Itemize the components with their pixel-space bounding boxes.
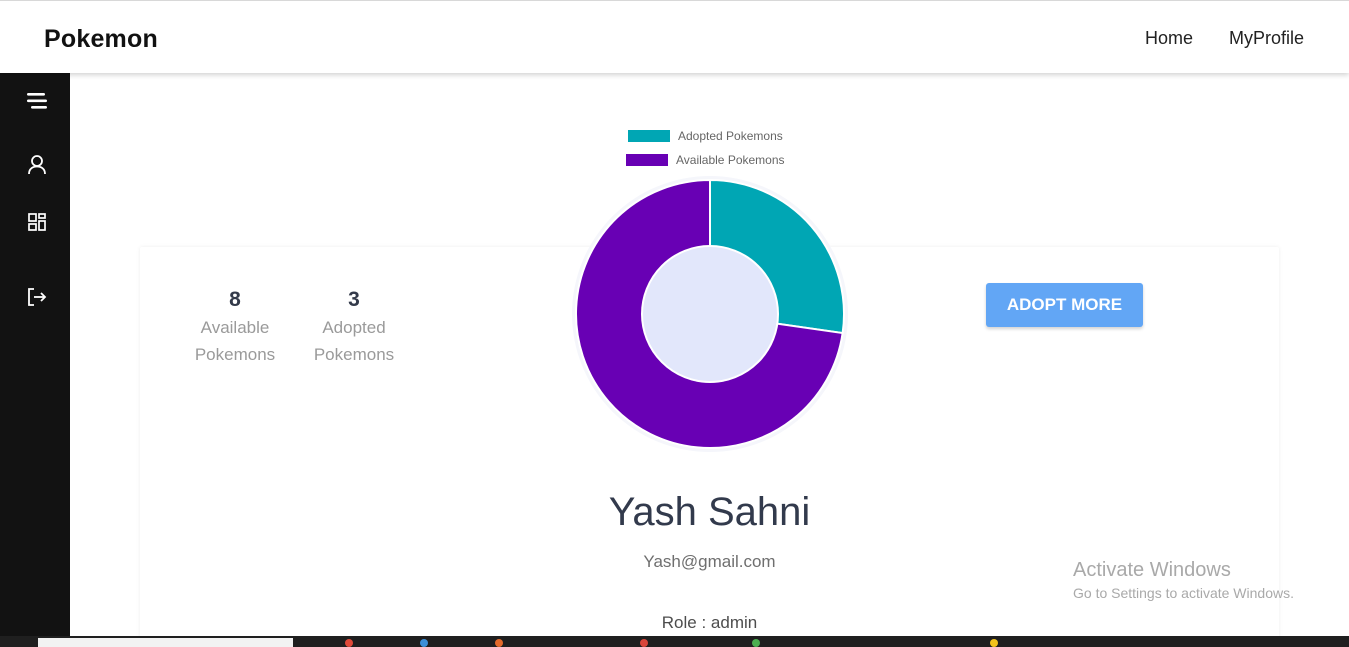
stat-available-label: Available Pokemons: [180, 314, 290, 368]
nav-myprofile-link[interactable]: MyProfile: [1229, 28, 1304, 49]
menu-icon[interactable]: [24, 88, 50, 114]
stat-available-label-line2: Pokemons: [194, 345, 276, 364]
user-name: Yash Sahni: [608, 490, 811, 534]
taskbar-app-icon[interactable]: [752, 639, 760, 647]
sidebar: [0, 72, 70, 647]
taskbar-app-icon[interactable]: [345, 639, 353, 647]
user-icon[interactable]: [24, 152, 50, 178]
top-navbar: Pokemon Home MyProfile: [0, 0, 1349, 73]
legend-swatch-1[interactable]: [626, 154, 668, 166]
logout-icon[interactable]: [24, 284, 50, 310]
donut-chart-svg: Adopted Pokemons Available Pokemons: [572, 129, 848, 452]
adopt-more-button[interactable]: ADOPT MORE: [986, 283, 1143, 327]
nav-home-link[interactable]: Home: [1145, 28, 1193, 49]
stat-adopted-label-line1: Adopted: [322, 318, 386, 337]
brand-title[interactable]: Pokemon: [44, 25, 158, 54]
activate-windows-watermark: Activate Windows Go to Settings to activ…: [1073, 559, 1294, 601]
stat-adopted: 3 Adopted Pokemons: [299, 287, 409, 368]
stat-available-label-line1: Available: [200, 318, 270, 337]
legend-label-0[interactable]: Adopted Pokemons: [678, 129, 783, 143]
stat-available-value: 8: [229, 288, 241, 311]
taskbar-app-icon[interactable]: [990, 639, 998, 647]
taskbar-app-icon[interactable]: [495, 639, 503, 647]
stat-adopted-label: Adopted Pokemons: [299, 314, 409, 368]
dashboard-icon[interactable]: [24, 209, 50, 235]
stat-adopted-value: 3: [348, 288, 360, 311]
pokemon-donut-chart: Adopted Pokemons Available Pokemons: [560, 120, 860, 460]
donut-center: [641, 245, 779, 383]
taskbar-app-icon[interactable]: [420, 639, 428, 647]
stat-adopted-label-line2: Pokemons: [313, 345, 395, 364]
legend-swatch-0[interactable]: [628, 130, 670, 142]
os-taskbar: [0, 636, 1349, 647]
legend-label-1[interactable]: Available Pokemons: [676, 153, 785, 167]
watermark-subtitle: Go to Settings to activate Windows.: [1073, 585, 1294, 601]
stat-available: 8 Available Pokemons: [180, 287, 290, 368]
taskbar-app-icon[interactable]: [640, 639, 648, 647]
user-role: Role : admin: [661, 613, 758, 632]
taskbar-search-box[interactable]: [38, 638, 293, 647]
watermark-title: Activate Windows: [1073, 559, 1231, 581]
